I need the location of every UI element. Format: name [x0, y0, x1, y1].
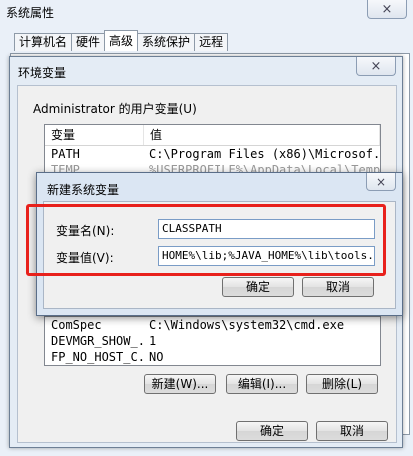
- system-variables-list[interactable]: ComSpec C:\Windows\system32\cmd.exe DEVM…: [44, 316, 381, 366]
- tab-hardware[interactable]: 硬件: [71, 33, 106, 51]
- delete-button[interactable]: 删除(L): [306, 374, 378, 394]
- ok-button[interactable]: 确定: [236, 421, 308, 441]
- cancel-button[interactable]: 取消: [316, 421, 388, 441]
- close-icon[interactable]: ×: [366, 173, 396, 191]
- close-icon[interactable]: ×: [367, 0, 407, 19]
- new-button[interactable]: 新建(W)...: [144, 374, 216, 394]
- variable-name-field[interactable]: CLASSPATH: [158, 219, 375, 239]
- dialog-ok-button[interactable]: 确定: [222, 277, 294, 297]
- tab-computer-name[interactable]: 计算机名: [14, 33, 73, 51]
- column-header-variable[interactable]: 变量: [45, 125, 144, 145]
- list-item[interactable]: DEVMGR_SHOW_... 1: [45, 333, 380, 349]
- tab-advanced[interactable]: 高级: [104, 30, 139, 51]
- dialog-title: 新建系统变量: [47, 183, 120, 197]
- list-header: 变量 值: [45, 125, 380, 146]
- variable-value-field[interactable]: HOME%\lib;%JAVA_HOME%\lib\tools.jar: [158, 246, 375, 266]
- edit-button[interactable]: 编辑(I)...: [226, 374, 298, 394]
- user-variables-list[interactable]: 变量 值 PATH C:\Program Files (x86)\Microso…: [44, 124, 381, 178]
- close-icon[interactable]: ×: [356, 57, 396, 76]
- window-title: 环境变量: [18, 66, 67, 80]
- dialog-cancel-button[interactable]: 取消: [302, 277, 374, 297]
- variable-name-label: 变量名(N):: [56, 224, 115, 238]
- tab-bar: 计算机名 硬件 高级 系统保护 远程: [14, 30, 229, 51]
- list-item[interactable]: FP_NO_HOST_C... NO: [45, 349, 380, 365]
- tab-remote[interactable]: 远程: [194, 33, 229, 51]
- list-item[interactable]: ComSpec C:\Windows\system32\cmd.exe: [45, 317, 380, 333]
- window-title: 系统属性: [6, 6, 55, 20]
- list-item[interactable]: PATH C:\Program Files (x86)\Microsof...: [45, 146, 380, 162]
- user-variables-label: Administrator 的用户变量(U): [33, 102, 197, 116]
- variable-value-label: 变量值(V):: [56, 251, 114, 265]
- tab-system-protection[interactable]: 系统保护: [137, 33, 196, 51]
- column-header-value[interactable]: 值: [144, 125, 380, 145]
